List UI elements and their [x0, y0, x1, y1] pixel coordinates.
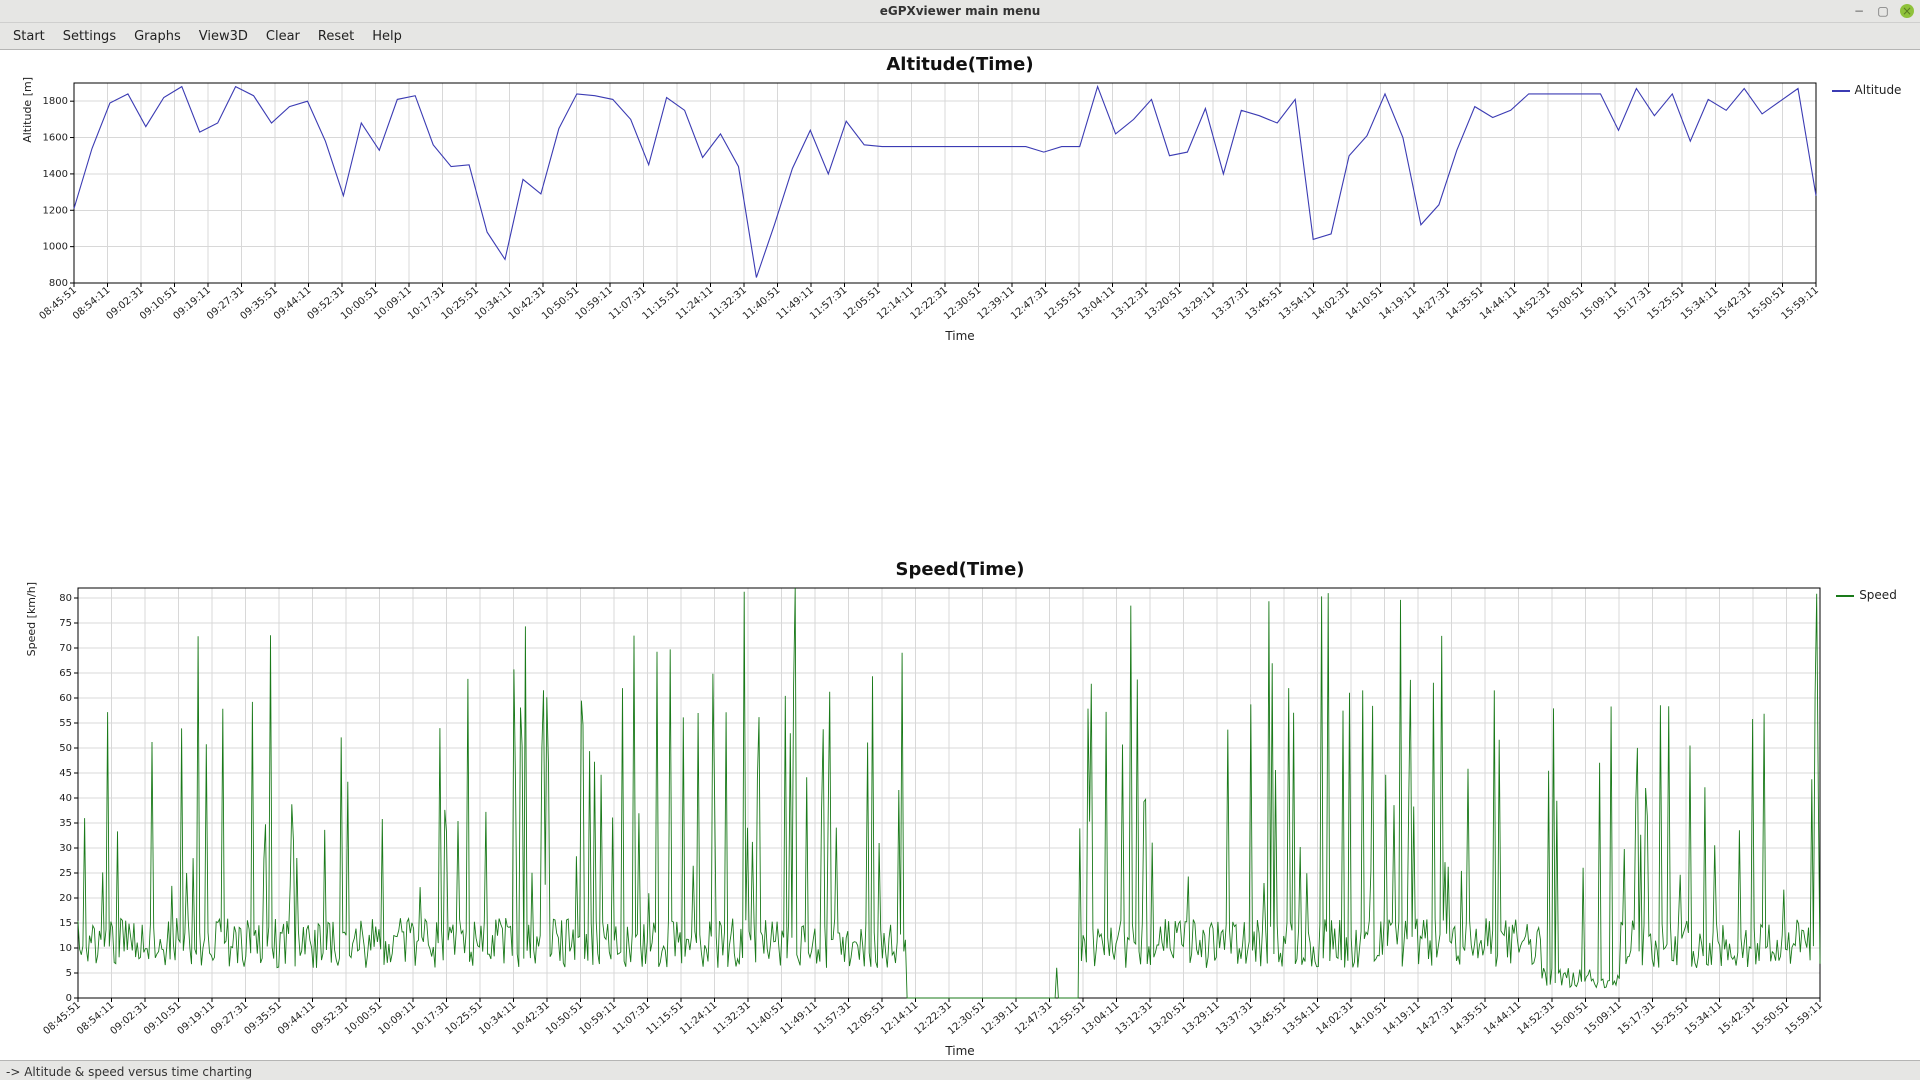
speed-chart-title: Speed(Time): [895, 559, 1024, 580]
svg-text:15:59:11: 15:59:11: [1784, 1000, 1825, 1037]
svg-text:35: 35: [59, 818, 72, 829]
speed-legend-swatch: [1836, 595, 1854, 597]
statusbar: -> Altitude & speed versus time charting: [0, 1060, 1920, 1080]
speed-xlabel: Time: [945, 1044, 974, 1058]
altitude-legend-label: Altitude: [1855, 83, 1902, 97]
svg-text:1200: 1200: [42, 205, 67, 216]
svg-text:5: 5: [66, 968, 72, 979]
menu-view3d[interactable]: View3D: [190, 26, 257, 47]
svg-text:800: 800: [48, 278, 67, 289]
window-buttons: − ▢ ×: [1852, 0, 1914, 22]
svg-text:1400: 1400: [42, 169, 67, 180]
speed-chart: Speed(Time) Speed [km/h] 0 5 10 15 20 25 30 35 4…: [6, 555, 1914, 1060]
altitude-legend: Altitude: [1824, 77, 1902, 97]
svg-text:70: 70: [59, 643, 72, 654]
svg-text:50: 50: [59, 743, 72, 754]
menu-help[interactable]: Help: [363, 26, 411, 47]
speed-legend: Speed: [1828, 582, 1897, 602]
svg-text:80: 80: [59, 593, 72, 604]
altitude-xlabel: Time: [945, 329, 974, 343]
svg-text:1000: 1000: [42, 242, 67, 253]
maximize-button[interactable]: ▢: [1876, 4, 1890, 18]
svg-text:45: 45: [59, 768, 72, 779]
svg-text:0: 0: [66, 993, 72, 1004]
altitude-chart-title: Altitude(Time): [886, 54, 1033, 75]
menu-reset[interactable]: Reset: [309, 26, 363, 47]
svg-text:10: 10: [59, 943, 72, 954]
menubar: Start Settings Graphs View3D Clear Reset…: [0, 23, 1920, 50]
status-text: -> Altitude & speed versus time charting: [6, 1065, 252, 1079]
speed-legend-label: Speed: [1859, 588, 1897, 602]
svg-text:55: 55: [59, 718, 72, 729]
speed-ylabel: Speed [km/h]: [23, 582, 38, 656]
svg-text:15: 15: [59, 918, 72, 929]
svg-text:30: 30: [59, 843, 72, 854]
svg-text:60: 60: [59, 693, 72, 704]
altitude-ylabel: Altitude [m]: [19, 77, 34, 143]
altitude-chart: Altitude(Time) Altitude [m] 800 1000 1200 1…: [6, 50, 1914, 555]
minimize-button[interactable]: −: [1852, 4, 1866, 18]
svg-text:15:59:11: 15:59:11: [1779, 285, 1820, 322]
svg-text:40: 40: [59, 793, 72, 804]
svg-text:75: 75: [59, 618, 72, 629]
svg-text:1600: 1600: [42, 133, 67, 144]
menu-clear[interactable]: Clear: [257, 26, 309, 47]
menu-start[interactable]: Start: [4, 26, 54, 47]
altitude-plot[interactable]: 8001000120014001600180008:45:5108:54:110…: [34, 77, 1824, 327]
titlebar: eGPXviewer main menu − ▢ ×: [0, 0, 1920, 23]
svg-text:1800: 1800: [42, 96, 67, 107]
close-button[interactable]: ×: [1900, 4, 1914, 18]
svg-text:25: 25: [59, 868, 72, 879]
svg-text:65: 65: [59, 668, 72, 679]
menu-settings[interactable]: Settings: [54, 26, 125, 47]
altitude-legend-swatch: [1832, 90, 1850, 92]
menu-graphs[interactable]: Graphs: [125, 26, 190, 47]
window-title: eGPXviewer main menu: [880, 4, 1041, 18]
svg-text:20: 20: [59, 893, 72, 904]
charts-area: Altitude(Time) Altitude [m] 800100012001…: [0, 50, 1920, 1060]
speed-plot[interactable]: 0510152025303540455055606570758008:45:51…: [38, 582, 1828, 1042]
